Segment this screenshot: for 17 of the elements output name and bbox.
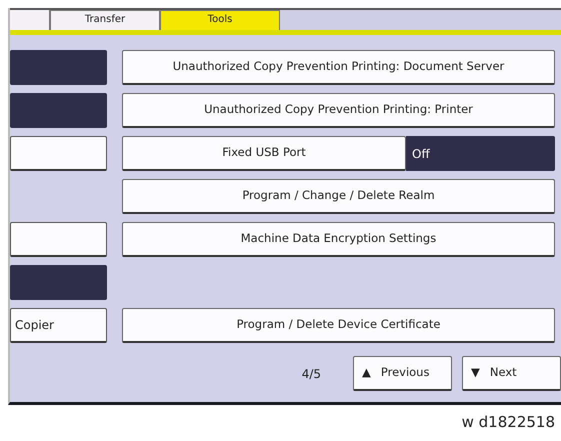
next-button[interactable]: ▼ Next	[462, 356, 561, 391]
setting-button[interactable]: Program / Delete Device Certificate	[122, 308, 555, 343]
menu-button[interactable]: Copier	[10, 308, 107, 343]
figure-caption: w d1822518	[462, 413, 555, 431]
setting-button[interactable]: Program / Change / Delete Realm	[122, 179, 555, 214]
setting-button[interactable]: Unauthorized Copy Prevention Printing: Document Server	[122, 50, 555, 85]
tab[interactable]	[10, 10, 50, 30]
setting-button[interactable]: Machine Data Encryption Settings	[122, 222, 555, 257]
tab[interactable]: Transfer	[50, 10, 160, 30]
setting-button[interactable]: Unauthorized Copy Prevention Printing: Printer	[122, 93, 555, 128]
menu-button[interactable]	[10, 136, 107, 171]
tab[interactable]: Tools	[160, 10, 280, 30]
page-indicator: 4/5	[302, 366, 321, 382]
setting-button[interactable]: Fixed USB Port	[122, 136, 406, 171]
setting-value: Off	[406, 136, 555, 171]
previous-button[interactable]: ▲ Previous	[353, 356, 452, 391]
menu-button[interactable]	[10, 222, 107, 257]
